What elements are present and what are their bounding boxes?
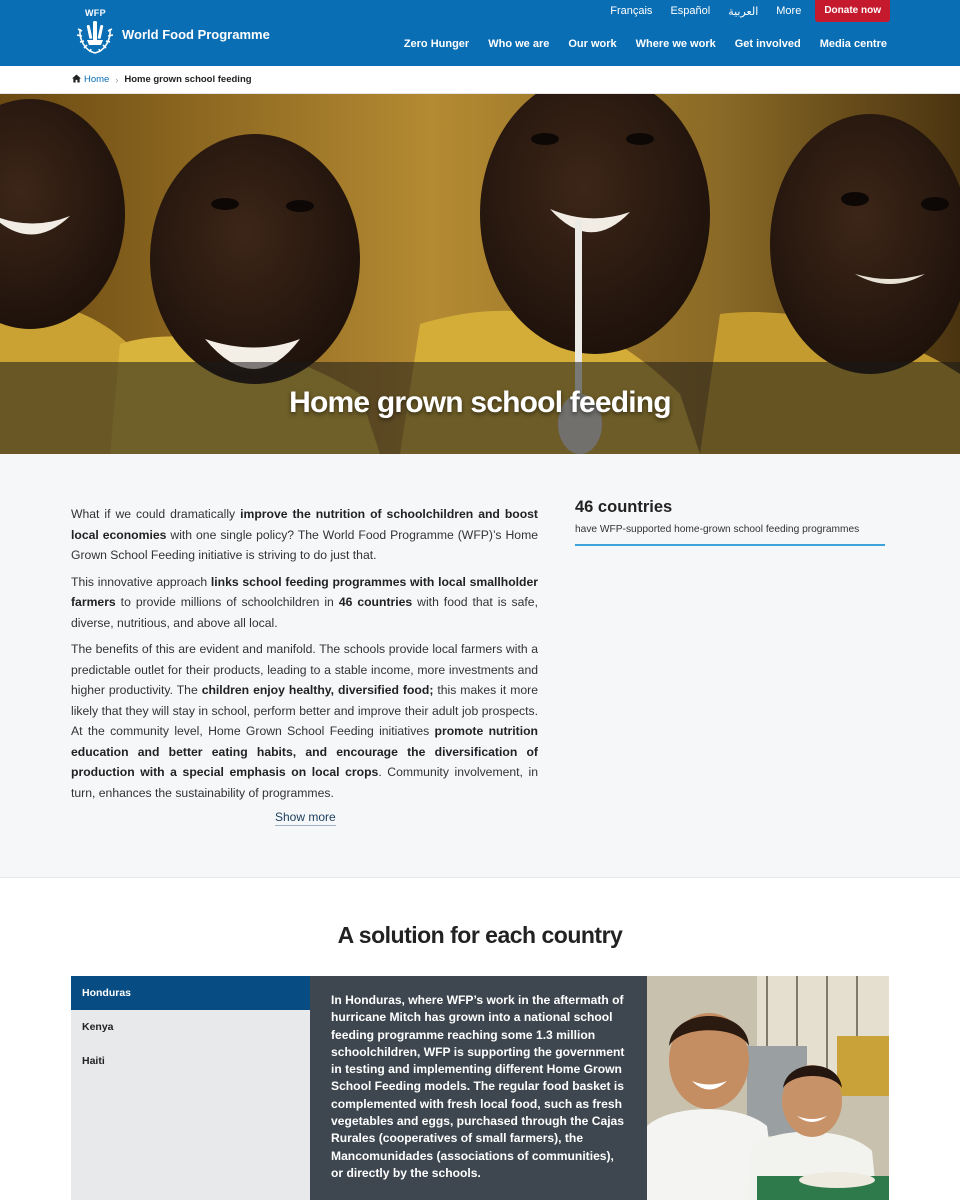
nav-get-involved[interactable]: Get involved xyxy=(735,38,801,50)
un-wreath-icon: WFP xyxy=(70,7,120,57)
nav-our-work[interactable]: Our work xyxy=(568,38,616,50)
section-title: A solution for each country xyxy=(337,922,623,948)
text-span: to provide millions of schoolchildren in xyxy=(115,595,339,609)
intro-paragraph-1: What if we could dramatically improve th… xyxy=(71,504,538,566)
more-languages-link[interactable]: More xyxy=(776,5,801,17)
stat-value: 46 countries xyxy=(575,498,673,516)
breadcrumb-home-link[interactable]: Home xyxy=(84,74,109,85)
language-bar: Français Español العربية More Donate now xyxy=(592,0,890,22)
nav-where-we-work[interactable]: Where we work xyxy=(636,38,716,50)
home-icon xyxy=(72,73,81,86)
text-span: This innovative approach xyxy=(71,574,211,589)
lang-french-link[interactable]: Français xyxy=(610,5,652,17)
lang-spanish-link[interactable]: Español xyxy=(670,5,710,17)
country-panel-text: In Honduras, where WFP’s work in the aft… xyxy=(331,993,625,1180)
tab-honduras[interactable]: Honduras xyxy=(71,976,317,1010)
text-bold: children enjoy healthy, diversified food… xyxy=(201,683,434,697)
lang-arabic-link[interactable]: العربية xyxy=(728,5,758,18)
logo-abbreviation: WFP xyxy=(85,8,106,18)
wfp-logo[interactable]: WFP World Food Programme xyxy=(70,7,270,57)
country-photo xyxy=(647,976,889,1200)
breadcrumb-separator-icon: › xyxy=(115,74,119,85)
country-tabs: Honduras Kenya Haiti xyxy=(71,976,317,1200)
logo-name: World Food Programme xyxy=(122,26,270,42)
hero-banner: Home grown school feeding xyxy=(0,94,960,454)
breadcrumb: Home › Home grown school feeding xyxy=(0,66,960,94)
nav-who-we-are[interactable]: Who we are xyxy=(488,38,549,50)
intro-paragraph-2: This innovative approach links school fe… xyxy=(71,572,538,634)
text-span: What if we could dramatically xyxy=(71,507,241,521)
site-header: WFP World Food Programme Français Españo… xyxy=(0,0,960,66)
main-nav: Zero Hunger Who we are Our work Where we… xyxy=(385,38,887,50)
intro-paragraph-3: The benefits of this are evident and man… xyxy=(71,639,538,803)
breadcrumb-current: Home grown school feeding xyxy=(124,74,252,85)
stat-description: have WFP-supported home-grown school fee… xyxy=(575,524,860,535)
children-photo xyxy=(647,976,889,1200)
tab-haiti[interactable]: Haiti xyxy=(71,1044,310,1078)
nav-zero-hunger[interactable]: Zero Hunger xyxy=(404,38,469,50)
show-more-link[interactable]: Show more xyxy=(275,810,336,826)
stat-box: 46 countries have WFP-supported home-gro… xyxy=(575,498,885,546)
country-panel: In Honduras, where WFP’s work in the aft… xyxy=(310,976,647,1200)
tab-kenya[interactable]: Kenya xyxy=(71,1010,310,1044)
page-title: Home grown school feeding xyxy=(289,386,672,419)
text-bold: 46 countries xyxy=(338,595,413,609)
donate-button[interactable]: Donate now xyxy=(815,0,890,22)
intro-text: What if we could dramatically improve th… xyxy=(71,504,538,809)
intro-section: What if we could dramatically improve th… xyxy=(0,454,960,878)
nav-media-centre[interactable]: Media centre xyxy=(820,38,887,50)
